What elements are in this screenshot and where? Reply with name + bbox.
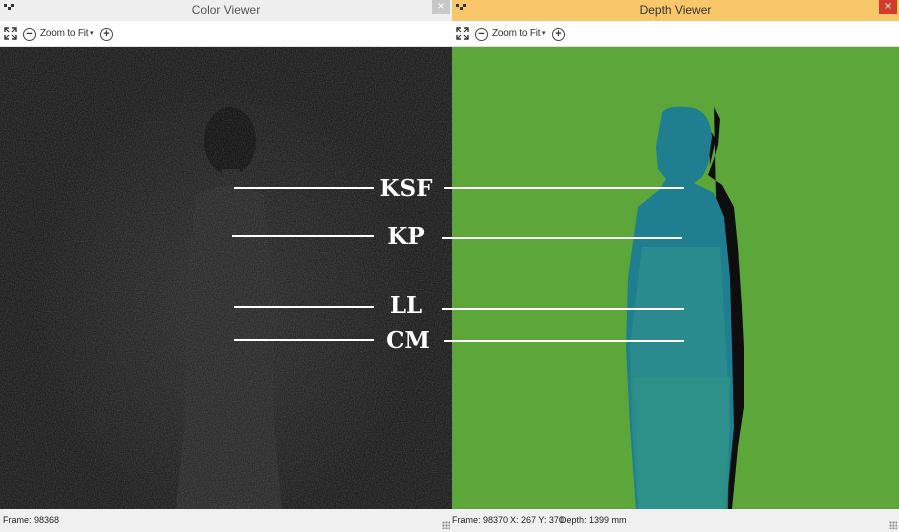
color-image-viewport[interactable] [0,47,452,509]
resize-grip-icon[interactable] [889,521,897,529]
depth-image-viewport[interactable] [452,47,899,509]
color-viewer-statusbar: Frame: 98368 [0,509,452,532]
color-viewer-window: Color Viewer × − Zoom to Fit ▾ + Frame: … [0,0,452,532]
depth-viewer-toolbar: − Zoom to Fit ▾ + [452,21,899,47]
zoom-out-icon[interactable]: − [475,28,488,41]
chevron-down-icon[interactable]: ▾ [542,25,546,42]
zoom-out-icon[interactable]: − [23,28,36,41]
frame-counter: Frame: 98370 [452,515,509,525]
window-title: Color Viewer [191,3,261,17]
close-button[interactable]: × [879,0,897,14]
depth-readout: Depth: 1399 mm [560,515,627,525]
screen: Color Viewer × − Zoom to Fit ▾ + Frame: … [0,0,899,532]
frame-counter: Frame: 98368 [3,515,60,525]
zoom-in-icon[interactable]: + [100,28,113,41]
close-button[interactable]: × [432,0,450,14]
color-frame-image [0,47,452,509]
zoom-in-icon[interactable]: + [552,28,565,41]
depth-viewer-statusbar: Frame: 98370 X: 267 Y: 370 Depth: 1399 m… [452,509,899,532]
depth-frame-image [452,47,899,509]
resize-grip-icon[interactable] [442,521,450,529]
depth-viewer-titlebar[interactable]: Depth Viewer × [452,0,899,21]
zoom-fit-expand-icon[interactable] [456,25,470,42]
window-title: Depth Viewer [639,3,712,17]
color-viewer-toolbar: − Zoom to Fit ▾ + [0,21,452,47]
depth-viewer-window: Depth Viewer × − Zoom to Fit ▾ + Frame: … [452,0,899,532]
color-viewer-titlebar[interactable]: Color Viewer × [0,0,452,21]
cursor-coordinates: X: 267 Y: 370 [510,515,564,525]
zoom-dropdown[interactable]: Zoom to Fit [492,25,541,42]
app-icon [4,4,14,12]
chevron-down-icon[interactable]: ▾ [90,25,94,42]
zoom-fit-expand-icon[interactable] [4,25,18,42]
zoom-dropdown[interactable]: Zoom to Fit [40,25,89,42]
app-icon [456,4,466,12]
